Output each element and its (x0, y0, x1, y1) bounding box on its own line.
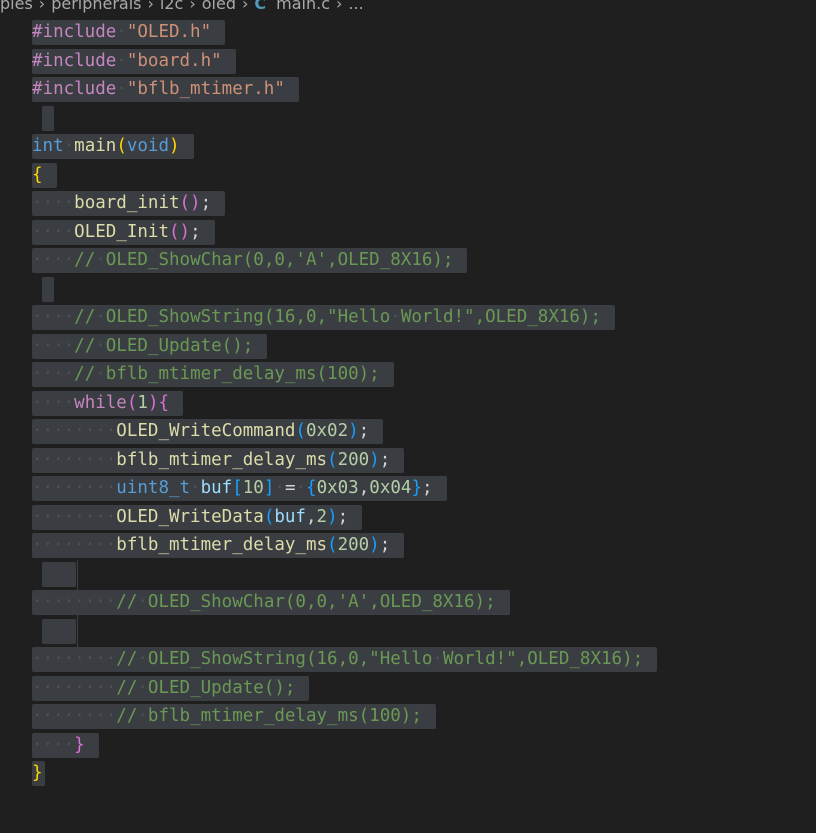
chevron-right-icon: › (189, 0, 196, 13)
chevron-right-icon: › (336, 0, 343, 13)
code-line-10[interactable] (32, 276, 657, 305)
code-line-16[interactable]: ········bflb_mtimer_delay_ms(200); (32, 447, 657, 476)
code-line-7[interactable]: ····board_init(); (32, 190, 657, 219)
code-line-24[interactable]: ········//·OLED_Update(); (32, 675, 657, 704)
breadcrumb-item-ples[interactable]: ples (0, 0, 33, 13)
chevron-right-icon: › (241, 0, 249, 13)
chevron-right-icon: › (147, 0, 154, 13)
breadcrumb: ples › peripherals › i2c › oled › Cmain.c ›... (0, 0, 364, 14)
code-editor[interactable]: #include·"OLED.h" #include·"board.h" #in… (32, 19, 658, 789)
code-line-15[interactable]: ········OLED_WriteCommand(0x02); (32, 418, 657, 447)
code-line-1[interactable]: #include·"OLED.h" (32, 19, 657, 48)
code-line-21[interactable]: ········//·OLED_ShowChar(0,0,'A',OLED_8X… (32, 589, 657, 618)
code-line-25[interactable]: ········//·bflb_mtimer_delay_ms(100); (32, 703, 657, 732)
code-line-6[interactable]: { (32, 162, 657, 191)
code-line-9[interactable]: ····//·OLED_ShowChar(0,0,'A',OLED_8X16); (32, 247, 657, 276)
code-line-20[interactable] (32, 561, 657, 590)
code-line-17[interactable]: ········uint8_t·buf[10]·=·{0x03,0x04}; (32, 475, 657, 504)
code-line-12[interactable]: ····//·OLED_Update(); (32, 333, 657, 362)
code-line-26[interactable]: ····} (32, 732, 657, 761)
code-line-8[interactable]: ····OLED_Init(); (32, 219, 657, 248)
code-line-13[interactable]: ····//·bflb_mtimer_delay_ms(100); (32, 361, 657, 390)
c-language-icon: C (254, 0, 267, 13)
code-line-11[interactable]: ····//·OLED_ShowString(16,0,"Hello·World… (32, 304, 657, 333)
code-line-22[interactable] (32, 618, 657, 647)
code-line-18[interactable]: ········OLED_WriteData(buf,2); (32, 504, 657, 533)
code-line-23[interactable]: ········//·OLED_ShowString(16,0,"Hello·W… (32, 646, 658, 675)
code-line-5[interactable]: int·main(void) (32, 133, 657, 162)
code-line-4[interactable] (32, 105, 657, 134)
chevron-right-icon: › (38, 0, 46, 13)
breadcrumb-item-oled[interactable]: oled (202, 0, 236, 13)
code-line-2[interactable]: #include·"board.h" (32, 48, 657, 77)
breadcrumb-item-i2c[interactable]: i2c (160, 0, 183, 13)
breadcrumb-item-file[interactable]: main.c (276, 0, 330, 13)
code-line-3[interactable]: #include·"bflb_mtimer.h" (32, 76, 657, 105)
breadcrumb-item-peripherals[interactable]: peripherals (51, 0, 141, 13)
code-line-14[interactable]: ····while(1){ (32, 390, 657, 419)
breadcrumb-item-symbols[interactable]: ... (348, 0, 363, 13)
code-line-27[interactable]: } (32, 760, 657, 789)
code-line-19[interactable]: ········bflb_mtimer_delay_ms(200); (32, 532, 657, 561)
